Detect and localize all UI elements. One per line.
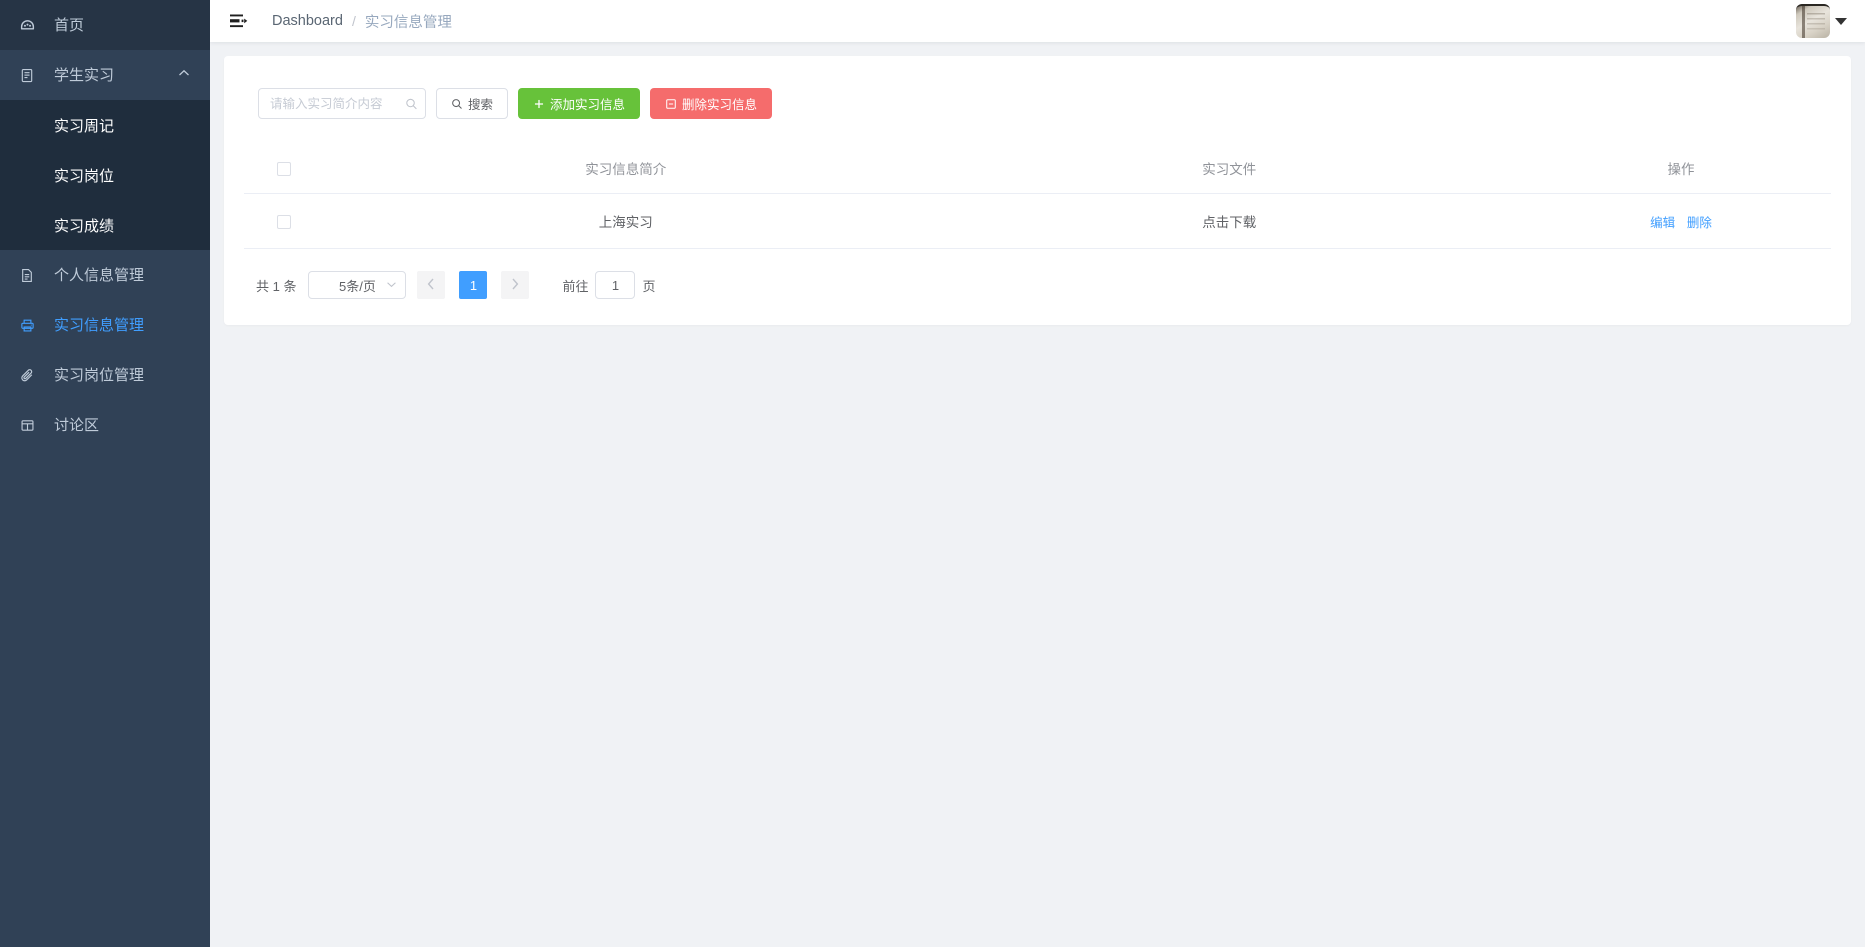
main-area: Dashboard / 实习信息管理 请输入实习简介内容 搜索 添加实习信息 删… — [210, 0, 1865, 947]
add-internship-info-button[interactable]: 添加实习信息 — [518, 88, 641, 119]
row-select-cell — [244, 193, 324, 249]
sidebar-item-post-management[interactable]: 实习岗位管理 — [0, 350, 210, 400]
sidebar-subitem-internship-post[interactable]: 实习岗位 — [0, 150, 210, 200]
page-content: 搜索 添加实习信息 — [210, 42, 1865, 947]
sidebar: 首页 学生实习 实习周记 实习岗位 实习成绩 个人信息管理 实习信息管理 实习岗… — [0, 0, 210, 947]
goto-suffix: 页 — [642, 278, 656, 294]
search-box — [258, 88, 426, 119]
sidebar-item-label: 实习岗位管理 — [54, 366, 145, 384]
pagination-page-1[interactable]: 1 — [459, 271, 488, 299]
edit-button[interactable]: 编辑 — [1650, 216, 1675, 230]
table-header-select — [244, 143, 324, 194]
sidebar-subitem-weekly-journal[interactable]: 实习周记 — [0, 100, 210, 150]
sidebar-item-home[interactable]: 首页 — [0, 0, 210, 50]
page-size-value: 5条/页 — [339, 278, 376, 294]
pagination-prev-button[interactable] — [417, 271, 446, 299]
search-icon — [451, 98, 463, 110]
download-link[interactable]: 点击下载 — [1202, 215, 1256, 230]
plus-icon — [533, 98, 545, 110]
search-input[interactable] — [258, 88, 426, 119]
dashboard-icon — [20, 18, 44, 33]
sidebar-item-internship-info-management[interactable]: 实习信息管理 — [0, 300, 210, 350]
pagination-total: 共 1 条 — [256, 278, 297, 294]
sidebar-item-label: 实习信息管理 — [54, 316, 145, 334]
select-all-checkbox[interactable] — [277, 161, 291, 176]
sidebar-subitem-internship-grade[interactable]: 实习成绩 — [0, 200, 210, 250]
table-header-row: 实习信息简介 实习文件 操作 — [244, 143, 1831, 194]
collapse-sidebar-icon[interactable] — [228, 10, 250, 32]
user-menu[interactable] — [1796, 4, 1851, 38]
breadcrumb: Dashboard / 实习信息管理 — [272, 11, 452, 32]
toolbar: 搜索 添加实习信息 — [244, 78, 1831, 143]
caret-down-icon[interactable] — [1835, 17, 1847, 25]
delete-box-icon — [665, 98, 677, 110]
chevron-left-icon — [427, 278, 435, 293]
row-brief-cell: 上海实习 — [324, 193, 928, 249]
breadcrumb-separator: / — [351, 13, 356, 29]
search-button[interactable]: 搜索 — [436, 88, 509, 119]
breadcrumb-current[interactable]: 实习信息管理 — [365, 11, 452, 32]
sidebar-item-label: 学生实习 — [54, 66, 115, 84]
table-row: 上海实习 点击下载 编辑 删除 — [244, 193, 1831, 249]
add-button-label: 添加实习信息 — [550, 98, 626, 112]
table-header-brief: 实习信息简介 — [324, 143, 928, 194]
chevron-up-icon — [178, 68, 190, 80]
sidebar-subitem-label: 实习周记 — [54, 117, 115, 135]
search-button-label: 搜索 — [468, 98, 494, 112]
table-body: 上海实习 点击下载 编辑 删除 — [244, 193, 1831, 249]
pagination-next-button[interactable] — [501, 271, 530, 299]
pagination: 共 1 条 5条/页 1 前往 1 页 — [244, 249, 1831, 299]
sidebar-item-discussion[interactable]: 讨论区 — [0, 400, 210, 450]
goto-page-input[interactable] — [595, 271, 636, 299]
sidebar-submenu-student-internship: 实习周记 实习岗位 实习成绩 — [0, 100, 210, 250]
row-operations-cell: 编辑 删除 — [1531, 193, 1831, 249]
topbar: Dashboard / 实习信息管理 — [210, 0, 1865, 42]
delete-internship-info-button[interactable]: 删除实习信息 — [650, 88, 773, 119]
table-header-operations: 操作 — [1531, 143, 1831, 194]
form-icon — [20, 418, 44, 433]
goto-label: 前往 — [562, 278, 589, 294]
chevron-down-icon — [386, 279, 397, 291]
delete-button-label: 删除实习信息 — [682, 98, 758, 112]
delete-row-button[interactable]: 删除 — [1687, 216, 1712, 230]
row-file-cell: 点击下载 — [927, 193, 1531, 249]
paperclip-icon — [20, 368, 44, 383]
sidebar-subitem-label: 实习岗位 — [54, 167, 115, 185]
page-size-select[interactable]: 5条/页 — [308, 271, 407, 299]
sidebar-item-label: 个人信息管理 — [54, 266, 145, 284]
sidebar-subitem-label: 实习成绩 — [54, 217, 115, 235]
avatar[interactable] — [1796, 4, 1830, 38]
printer-icon — [20, 318, 44, 333]
sidebar-item-personal-info[interactable]: 个人信息管理 — [0, 250, 210, 300]
app-root: 首页 学生实习 实习周记 实习岗位 实习成绩 个人信息管理 实习信息管理 实习岗… — [0, 0, 1865, 947]
internship-info-table: 实习信息简介 实习文件 操作 上海实习 点击下载 编辑 删除 — [244, 143, 1831, 249]
table-header-file: 实习文件 — [927, 143, 1531, 194]
pagination-jumper: 前往 页 — [562, 271, 656, 299]
sidebar-item-label: 讨论区 — [54, 416, 100, 434]
sidebar-item-student-internship[interactable]: 学生实习 — [0, 50, 210, 100]
document-icon — [20, 268, 44, 283]
document-icon — [20, 68, 44, 83]
table-head: 实习信息简介 实习文件 操作 — [244, 143, 1831, 194]
breadcrumb-root: Dashboard — [272, 13, 343, 29]
chevron-right-icon — [511, 278, 519, 293]
row-checkbox[interactable] — [277, 214, 291, 229]
content-card: 搜索 添加实习信息 — [224, 56, 1851, 325]
sidebar-item-label: 首页 — [54, 16, 85, 34]
